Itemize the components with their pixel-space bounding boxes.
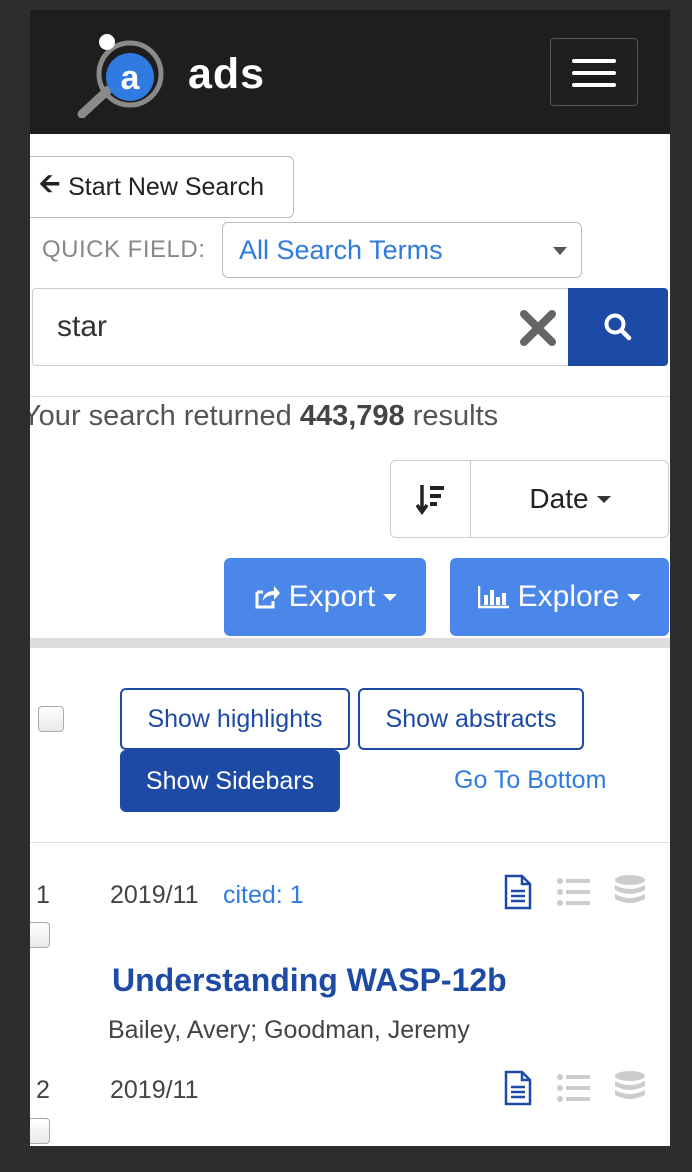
select-all-checkbox[interactable] bbox=[38, 706, 64, 732]
results-count: 443,798 bbox=[299, 400, 405, 432]
result-date: 2019/11 bbox=[110, 881, 199, 909]
result-index: 2 bbox=[36, 1076, 50, 1104]
document-icon[interactable] bbox=[500, 874, 536, 910]
menu-toggle-button[interactable] bbox=[550, 38, 638, 106]
result-date: 2019/11 bbox=[110, 1076, 199, 1104]
divider bbox=[30, 396, 670, 397]
result-authors: Bailey, Avery; Goodman, Jeremy bbox=[108, 1016, 470, 1044]
sort-descending-icon bbox=[415, 485, 444, 515]
section-separator bbox=[30, 638, 670, 648]
search-button[interactable] bbox=[568, 288, 668, 366]
result-index: 1 bbox=[36, 881, 50, 909]
sort-group: Date bbox=[390, 460, 669, 538]
result-title-link[interactable]: Understanding WASP-12b bbox=[112, 962, 507, 999]
svg-text:a: a bbox=[121, 59, 141, 97]
search-query: star bbox=[57, 310, 108, 343]
search-icon bbox=[604, 313, 632, 341]
chevron-down-icon bbox=[553, 247, 567, 255]
sort-field-label: Date bbox=[529, 483, 589, 514]
clear-icon[interactable] bbox=[518, 308, 558, 348]
show-abstracts-button[interactable]: Show abstracts bbox=[358, 688, 584, 750]
bar-chart-icon bbox=[477, 586, 509, 609]
explore-label: Explore bbox=[517, 580, 620, 613]
quick-field-value: All Search Terms bbox=[239, 234, 443, 265]
quick-field-select[interactable]: All Search Terms bbox=[222, 222, 582, 278]
start-new-search-label: Start New Search bbox=[68, 172, 265, 201]
show-highlights-button[interactable]: Show highlights bbox=[120, 688, 350, 750]
document-icon[interactable] bbox=[500, 1070, 536, 1106]
database-icon bbox=[615, 1071, 645, 1099]
result-cited-link[interactable]: cited: 1 bbox=[223, 881, 304, 910]
ads-logo-icon[interactable]: a bbox=[74, 32, 174, 118]
export-button[interactable]: Export bbox=[224, 558, 426, 636]
explore-button[interactable]: Explore bbox=[450, 558, 669, 636]
results-prefix: Your search returned bbox=[30, 400, 292, 432]
quick-field-label: QUICK FIELD: bbox=[42, 236, 206, 263]
show-sidebars-button[interactable]: Show Sidebars bbox=[120, 750, 340, 812]
app-frame: a ads 🡨 Start New Search QUICK FIELD: Al… bbox=[30, 10, 670, 1146]
results-summary: Your search returned 443,798 results bbox=[30, 400, 498, 433]
share-icon bbox=[255, 586, 280, 609]
database-icon bbox=[615, 875, 645, 903]
divider bbox=[30, 842, 670, 843]
brand-name[interactable]: ads bbox=[188, 50, 265, 99]
search-input[interactable]: star bbox=[32, 288, 570, 366]
arrow-left-icon: 🡨 bbox=[39, 168, 61, 198]
list-icon bbox=[557, 878, 590, 906]
results-suffix: results bbox=[412, 400, 499, 432]
result-checkbox[interactable] bbox=[30, 922, 50, 948]
chevron-down-icon bbox=[383, 593, 398, 601]
result-checkbox[interactable] bbox=[30, 1118, 50, 1144]
navbar: a ads bbox=[30, 10, 670, 134]
start-new-search-button[interactable]: 🡨 Start New Search bbox=[30, 156, 294, 218]
list-icon bbox=[557, 1074, 590, 1102]
chevron-down-icon bbox=[596, 495, 611, 503]
sort-field-dropdown[interactable]: Date bbox=[471, 461, 669, 537]
chevron-down-icon bbox=[627, 593, 642, 601]
go-to-bottom-link[interactable]: Go To Bottom bbox=[454, 766, 606, 795]
sort-direction-button[interactable] bbox=[391, 461, 471, 537]
export-label: Export bbox=[288, 580, 376, 613]
